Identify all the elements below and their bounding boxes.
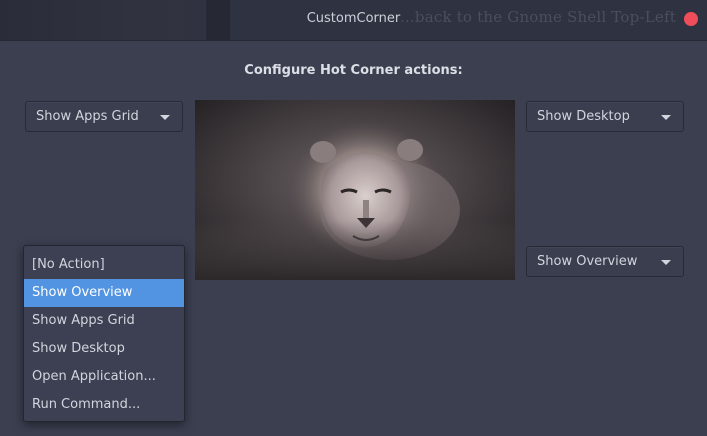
top-right-corner-value: Show Desktop	[537, 109, 630, 124]
corner-action-dropdown: [No Action] Show Overview Show Apps Grid…	[23, 245, 185, 422]
wallpaper-preview	[195, 100, 515, 280]
bottom-right-corner-value: Show Overview	[537, 254, 638, 269]
bottom-right-corner-combo[interactable]: Show Overview	[526, 246, 684, 277]
custom-corner-window: ...back to the Gnome Shell Top-Left Cust…	[0, 0, 707, 436]
chevron-down-icon	[661, 260, 671, 265]
chevron-down-icon	[160, 115, 170, 120]
menu-item-show-overview[interactable]: Show Overview	[24, 279, 184, 307]
window-title: CustomCorner	[306, 11, 401, 26]
chevron-down-icon	[661, 115, 671, 120]
top-left-corner-value: Show Apps Grid	[36, 109, 139, 124]
menu-item-show-desktop[interactable]: Show Desktop	[24, 335, 184, 363]
menu-item-show-apps-grid[interactable]: Show Apps Grid	[24, 307, 184, 335]
top-right-corner-combo[interactable]: Show Desktop	[526, 101, 684, 132]
close-button[interactable]	[684, 12, 698, 26]
menu-item-open-application[interactable]: Open Application...	[24, 363, 184, 391]
top-left-corner-combo[interactable]: Show Apps Grid	[25, 101, 183, 132]
titlebar: ...back to the Gnome Shell Top-Left Cust…	[0, 0, 707, 41]
menu-item-run-command[interactable]: Run Command...	[24, 391, 184, 419]
page-heading: Configure Hot Corner actions:	[244, 63, 463, 78]
menu-item-no-action[interactable]: [No Action]	[24, 251, 184, 279]
lion-wallpaper-image	[195, 100, 515, 280]
